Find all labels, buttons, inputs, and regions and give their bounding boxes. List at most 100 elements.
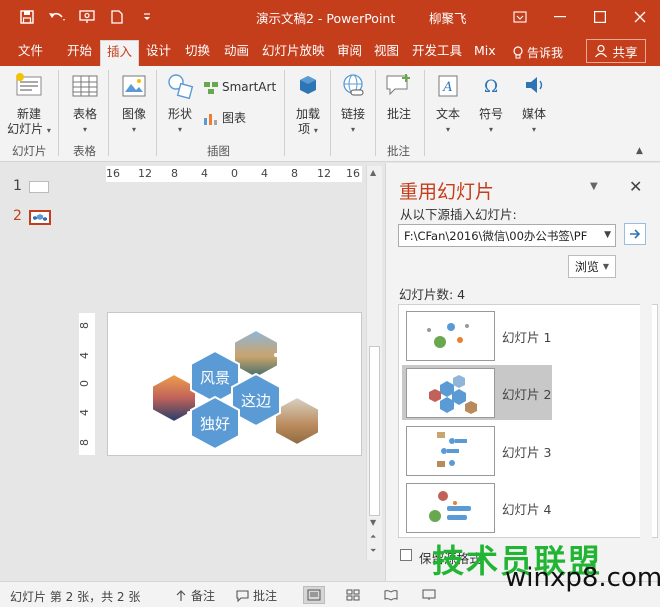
- slide-thumbnail-pane: 1 2: [0, 163, 62, 581]
- text-button[interactable]: A 文本 ▾: [430, 72, 466, 137]
- scrollbar-thumb[interactable]: [369, 346, 380, 516]
- ruler-tick: 16: [346, 167, 360, 180]
- slide-sorter-view-button[interactable]: [342, 586, 364, 604]
- new-document-icon[interactable]: [104, 6, 130, 28]
- hexagon-diagram: 风景 这边 独好: [151, 328, 320, 451]
- pane-close-icon[interactable]: ✕: [629, 177, 642, 196]
- photo-hexagon-dogs[interactable]: [274, 395, 320, 447]
- comments-icon: [236, 589, 249, 602]
- hexagon-label-2: 这边: [241, 392, 271, 410]
- comment-icon: [386, 74, 410, 96]
- slide-canvas[interactable]: 风景 这边 独好: [107, 312, 362, 456]
- comment-button[interactable]: 批注: [381, 72, 417, 122]
- collapse-ribbon-icon[interactable]: ▲: [636, 146, 643, 156]
- tab-home[interactable]: 开始: [67, 40, 92, 66]
- new-slide-icon: [16, 73, 42, 96]
- user-name[interactable]: 柳聚飞: [429, 8, 467, 27]
- next-slide-icon[interactable]: ⏷: [370, 546, 376, 556]
- tab-view[interactable]: 视图: [374, 40, 399, 66]
- close-icon[interactable]: [620, 0, 660, 34]
- present-from-start-icon[interactable]: [74, 6, 100, 28]
- images-button[interactable]: 图像 ▾: [116, 72, 152, 137]
- source-path-combobox[interactable]: F:\CFan\2016\微信\00办公书签\PF ▼: [398, 224, 616, 247]
- chart-button[interactable]: 图表: [203, 111, 246, 126]
- addins-label-1: 加载: [295, 107, 320, 121]
- links-label: 链接: [340, 107, 365, 121]
- speaker-icon: [526, 77, 543, 93]
- previous-slide-icon[interactable]: ⏶: [370, 532, 376, 542]
- ribbon-display-options-icon[interactable]: [500, 0, 540, 34]
- group-divider: [58, 70, 59, 156]
- group-divider: [330, 70, 331, 156]
- slideshow-view-button[interactable]: [418, 586, 440, 604]
- keep-source-format-checkbox[interactable]: [400, 549, 412, 561]
- hexagon-label-3: 独好: [200, 415, 230, 433]
- tab-mix[interactable]: Mix: [474, 40, 496, 66]
- tab-animations[interactable]: 动画: [224, 40, 249, 66]
- tell-me-box[interactable]: 告诉我: [512, 44, 563, 61]
- addins-button[interactable]: 加载 项 ▾: [290, 72, 326, 138]
- source-slide-item[interactable]: 幻灯片 1: [402, 308, 552, 363]
- tab-file[interactable]: 文件: [18, 40, 43, 66]
- minimize-icon[interactable]: [540, 0, 580, 34]
- photo-hexagon-town[interactable]: [233, 328, 279, 380]
- new-slide-label-2: 幻灯片: [7, 122, 44, 136]
- customize-qat-icon[interactable]: [134, 6, 160, 28]
- normal-view-icon: [307, 589, 321, 601]
- new-slide-button[interactable]: 新建 幻灯片 ▾: [6, 72, 52, 138]
- symbols-label: 符号: [478, 107, 503, 121]
- tab-insert[interactable]: 插入: [100, 40, 140, 66]
- source-slide-thumbnail: [406, 368, 495, 418]
- image-icon: [122, 75, 146, 97]
- source-slide-item-selected[interactable]: 幻灯片 2: [402, 365, 552, 420]
- decor-dot: [293, 384, 297, 388]
- source-slide-item[interactable]: 幻灯片 4: [402, 480, 552, 535]
- scroll-down-arrow-icon[interactable]: ▼: [370, 518, 376, 527]
- tab-design[interactable]: 设计: [146, 40, 171, 66]
- notes-icon: [176, 589, 186, 601]
- smartart-button[interactable]: SmartArt: [203, 80, 276, 95]
- combobox-caret-icon[interactable]: ▼: [604, 230, 611, 240]
- vertical-scrollbar[interactable]: ▲ ▼ ⏶ ⏷: [366, 166, 382, 560]
- tab-developer[interactable]: 开发工具: [412, 40, 462, 66]
- slide-thumbnail[interactable]: [29, 181, 49, 193]
- browse-button[interactable]: 浏览 ▼: [568, 255, 616, 278]
- source-slide-label: 幻灯片 4: [502, 502, 552, 517]
- links-button[interactable]: 链接 ▾: [335, 72, 371, 137]
- reading-view-button[interactable]: [380, 586, 402, 604]
- group-divider: [284, 70, 285, 156]
- go-arrow-button[interactable]: [624, 223, 646, 245]
- save-icon[interactable]: [14, 6, 40, 28]
- pane-options-icon[interactable]: ▼: [590, 181, 598, 192]
- share-button[interactable]: 共享: [586, 39, 646, 63]
- source-slide-thumbnail: [406, 426, 495, 476]
- scroll-up-arrow-icon[interactable]: ▲: [370, 168, 376, 177]
- comments-button[interactable]: 批注: [236, 587, 277, 604]
- group-divider: [108, 70, 109, 156]
- undo-icon[interactable]: [44, 6, 70, 28]
- table-button[interactable]: 表格 ▾: [67, 72, 103, 137]
- normal-view-button[interactable]: [303, 586, 325, 604]
- shapes-button[interactable]: 形状 ▾: [162, 72, 198, 137]
- symbols-button[interactable]: Ω 符号 ▾: [473, 72, 509, 137]
- list-scrollbar[interactable]: [640, 304, 652, 538]
- ruler-tick: 4: [261, 167, 268, 180]
- ruler-tick: 0: [78, 380, 91, 387]
- slide-thumbnail-selected[interactable]: [29, 210, 51, 225]
- group-divider: [375, 70, 376, 156]
- media-button[interactable]: 媒体 ▾: [516, 72, 552, 137]
- ruler-tick: 12: [138, 167, 152, 180]
- ribbon-tab-bar: 文件 开始 插入 设计 切换 动画 幻灯片放映 审阅 视图 开发工具 Mix 告…: [0, 34, 660, 66]
- slideshow-icon: [422, 589, 436, 600]
- group-label-tables: 表格: [73, 144, 96, 158]
- tab-transitions[interactable]: 切换: [185, 40, 210, 66]
- slide-preview: [429, 375, 477, 414]
- ruler-tick: 8: [78, 322, 91, 329]
- watermark-url: winxp8.com: [505, 563, 660, 593]
- maximize-icon[interactable]: [580, 0, 620, 34]
- notes-button[interactable]: 备注: [175, 587, 215, 604]
- decor-dot: [200, 395, 204, 399]
- tab-review[interactable]: 审阅: [337, 40, 362, 66]
- tab-slideshow[interactable]: 幻灯片放映: [262, 40, 325, 66]
- source-slide-item[interactable]: 幻灯片 3: [402, 423, 552, 478]
